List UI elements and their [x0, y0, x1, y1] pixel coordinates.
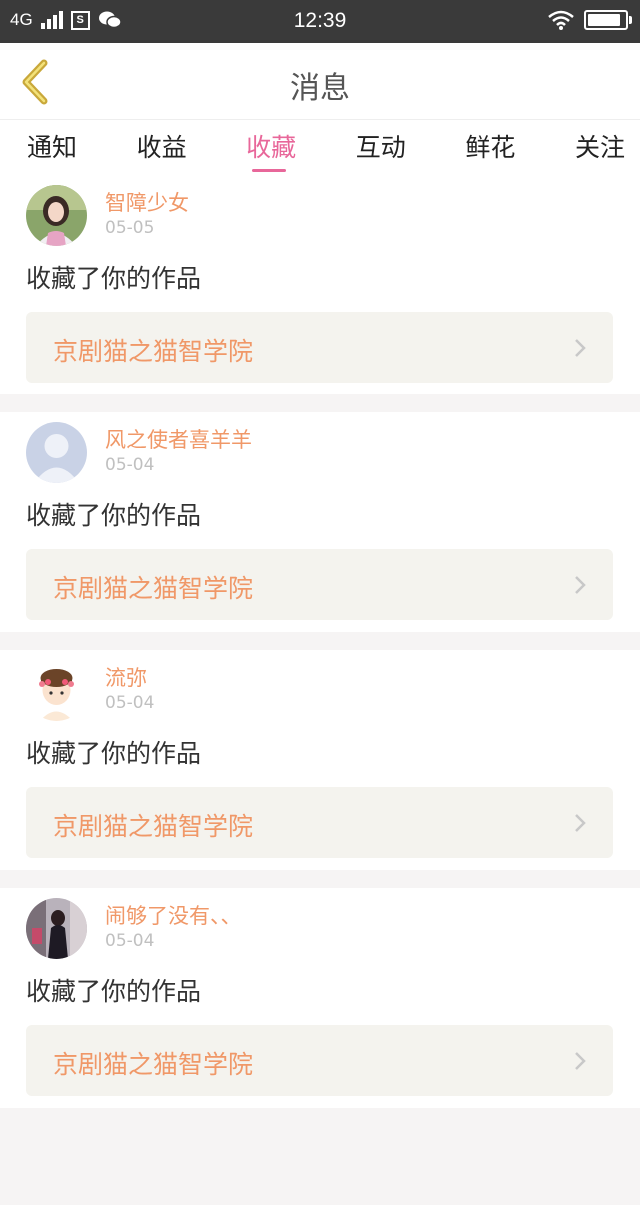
girl-photo-avatar[interactable] — [26, 185, 87, 246]
work-title: 京剧猫之猫智学院 — [53, 574, 254, 603]
tab-interaction[interactable]: 互动 — [353, 120, 409, 175]
list-item: 闹够了没有、、 05-04 收藏了你的作品 京剧猫之猫智学院 — [0, 888, 640, 1108]
chevron-right-icon — [575, 814, 586, 832]
work-title: 京剧猫之猫智学院 — [53, 337, 254, 366]
page-title: 消息 — [290, 71, 350, 106]
tab-follow[interactable]: 关注 — [572, 120, 628, 175]
tab-label: 通知 — [26, 133, 77, 162]
work-title: 京剧猫之猫智学院 — [53, 812, 254, 841]
list-item: 流弥 05-04 收藏了你的作品 京剧猫之猫智学院 — [0, 650, 640, 870]
tab-notice[interactable]: 通知 — [24, 120, 80, 175]
status-right — [548, 10, 632, 30]
list-item: 风之使者喜羊羊 05-04 收藏了你的作品 京剧猫之猫智学院 — [0, 412, 640, 632]
status-time: 12:39 — [293, 9, 347, 32]
username[interactable]: 智障少女 — [105, 187, 189, 217]
message-text: 收藏了你的作品 — [26, 264, 202, 293]
tab-label: 关注 — [574, 133, 625, 162]
work-link[interactable]: 京剧猫之猫智学院 — [26, 312, 613, 383]
tab-label: 互动 — [355, 133, 406, 162]
message-text: 收藏了你的作品 — [26, 501, 202, 530]
battery-icon — [584, 10, 632, 30]
tab-label: 鲜花 — [465, 133, 516, 162]
list-item: 智障少女 05-05 收藏了你的作品 京剧猫之猫智学院 — [0, 175, 640, 394]
date: 05-04 — [105, 455, 155, 475]
work-title: 京剧猫之猫智学院 — [53, 1050, 254, 1079]
date: 05-04 — [105, 693, 155, 713]
tab-label: 收藏 — [246, 133, 297, 162]
username[interactable]: 流弥 — [105, 662, 147, 692]
message-text: 收藏了你的作品 — [26, 739, 202, 768]
message-list: 智障少女 05-05 收藏了你的作品 京剧猫之猫智学院 风之使者喜羊羊 05-0… — [0, 175, 640, 1108]
date: 05-05 — [105, 218, 155, 238]
username[interactable]: 闹够了没有、、 — [105, 900, 242, 930]
tab-flowers[interactable]: 鲜花 — [462, 120, 518, 175]
chevron-right-icon — [575, 339, 586, 357]
status-bar: 4G S 12:39 — [0, 0, 640, 43]
work-link[interactable]: 京剧猫之猫智学院 — [26, 549, 613, 620]
tab-earnings[interactable]: 收益 — [134, 120, 190, 175]
chevron-right-icon — [575, 576, 586, 594]
message-text: 收藏了你的作品 — [26, 977, 202, 1006]
tab-bar: 通知 收益 收藏 互动 鲜花 关注 — [0, 120, 640, 175]
wifi-icon — [548, 10, 574, 30]
nav-bar: 消息 — [0, 43, 640, 120]
tab-favorites[interactable]: 收藏 — [243, 120, 299, 175]
work-link[interactable]: 京剧猫之猫智学院 — [26, 787, 613, 858]
battery-fill — [588, 14, 620, 26]
tab-indicator — [252, 169, 287, 172]
tab-label: 收益 — [136, 133, 187, 162]
chevron-right-icon — [575, 1052, 586, 1070]
cartoon-girl-avatar[interactable] — [26, 660, 87, 721]
date: 05-04 — [105, 931, 155, 951]
default-avatar[interactable] — [26, 422, 87, 483]
username[interactable]: 风之使者喜羊羊 — [105, 424, 252, 454]
photo-avatar[interactable] — [26, 898, 87, 959]
work-link[interactable]: 京剧猫之猫智学院 — [26, 1025, 613, 1096]
